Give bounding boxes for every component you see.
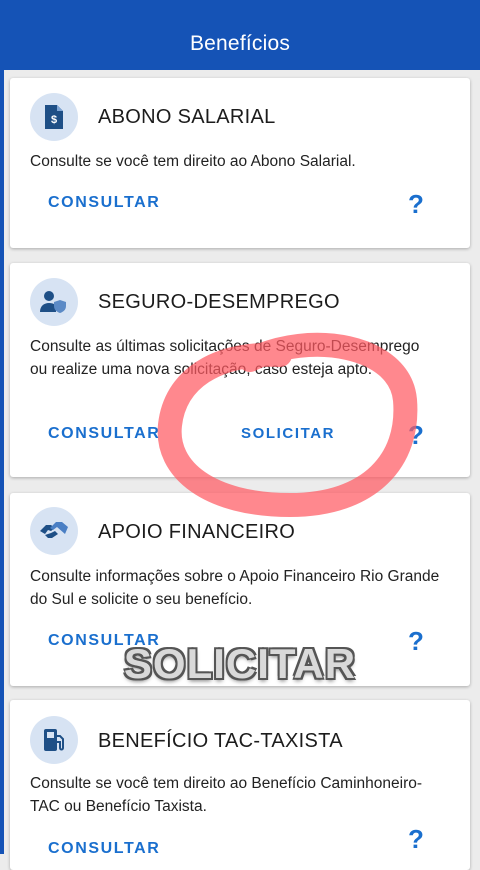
video-caption: SOLICITAR bbox=[123, 640, 357, 687]
document-money-icon: $ bbox=[30, 93, 78, 141]
card-description: Consulte as últimas solicitações de Segu… bbox=[30, 338, 420, 378]
fuel-pump-icon bbox=[30, 716, 78, 764]
card-title: SEGURO-DESEMPREGO bbox=[98, 291, 340, 313]
svg-text:$: $ bbox=[51, 114, 57, 126]
page-title: Benefícios bbox=[189, 32, 291, 55]
help-button[interactable]: ? bbox=[408, 189, 424, 220]
card-title: APOIO FINANCEIRO bbox=[98, 521, 296, 543]
help-button[interactable]: ? bbox=[408, 824, 424, 855]
request-button[interactable]: SOLICITAR bbox=[241, 425, 335, 442]
left-edge-bar bbox=[0, 70, 4, 854]
consult-button[interactable]: CONSULTAR bbox=[48, 840, 160, 858]
consult-button[interactable]: CONSULTAR bbox=[48, 194, 160, 212]
card-title: BENEFÍCIO TAC-TAXISTA bbox=[98, 730, 343, 752]
card-abono-salarial: $ ABONO SALARIAL Consulte se você tem di… bbox=[10, 78, 470, 248]
card-description: Consulte se você tem direito ao Benefíci… bbox=[30, 775, 423, 815]
card-beneficio-tac-taxista: BENEFÍCIO TAC-TAXISTA Consulte se você t… bbox=[10, 700, 470, 870]
card-description: Consulte se você tem direito ao Abono Sa… bbox=[30, 153, 356, 170]
help-button[interactable]: ? bbox=[408, 420, 424, 451]
card-seguro-desemprego: SEGURO-DESEMPREGO Consulte as últimas so… bbox=[10, 263, 470, 477]
card-description: Consulte informações sobre o Apoio Finan… bbox=[30, 568, 440, 608]
person-shield-icon bbox=[30, 278, 78, 326]
handshake-icon bbox=[30, 507, 78, 555]
app-header: Benefícios bbox=[0, 0, 480, 70]
card-title: ABONO SALARIAL bbox=[98, 106, 276, 128]
consult-button[interactable]: CONSULTAR bbox=[48, 425, 160, 443]
